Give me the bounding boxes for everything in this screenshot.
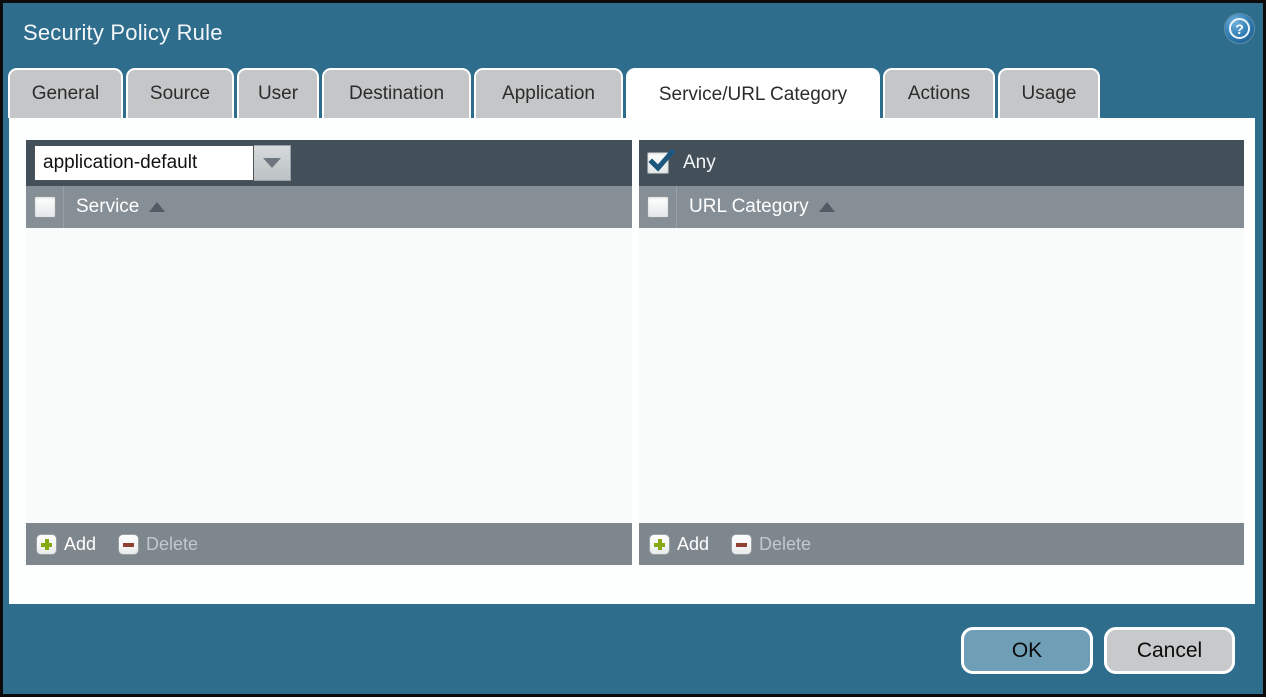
service-delete-button[interactable]: Delete (118, 534, 198, 555)
service-table-body (26, 228, 632, 523)
tab-source[interactable]: Source (126, 68, 234, 118)
url-category-add-button[interactable]: Add (649, 534, 709, 555)
tab-usage[interactable]: Usage (998, 68, 1100, 118)
url-category-table-header: URL Category (639, 186, 1244, 228)
service-panel: Service Add Delete (26, 140, 632, 565)
service-table-footer: Add Delete (26, 523, 632, 565)
chevron-down-icon (263, 158, 281, 168)
dialog-title: Security Policy Rule (23, 20, 223, 46)
url-category-table-footer: Add Delete (639, 523, 1244, 565)
help-icon-ring: ? (1229, 18, 1250, 39)
delete-label: Delete (146, 534, 198, 555)
tab-actions[interactable]: Actions (883, 68, 995, 118)
delete-label: Delete (759, 534, 811, 555)
url-category-any-bar: Any (639, 140, 1244, 186)
url-category-column-label[interactable]: URL Category (689, 196, 809, 218)
help-question-glyph: ? (1235, 22, 1244, 36)
add-label: Add (64, 534, 96, 555)
url-category-select-all-checkbox[interactable] (647, 196, 669, 218)
service-type-input[interactable] (34, 145, 254, 181)
tab-bar: General Source User Destination Applicat… (8, 68, 1103, 118)
sort-ascending-icon[interactable] (819, 202, 835, 212)
url-category-delete-button[interactable]: Delete (731, 534, 811, 555)
service-add-button[interactable]: Add (36, 534, 96, 555)
service-select-all-cell (26, 186, 64, 228)
url-category-table-body (639, 228, 1244, 523)
add-plus-icon (36, 534, 57, 555)
tab-destination[interactable]: Destination (322, 68, 471, 118)
service-type-combobox (34, 145, 291, 181)
url-category-select-all-cell (639, 186, 677, 228)
delete-minus-icon (118, 534, 139, 555)
any-checkbox[interactable] (647, 152, 669, 174)
ok-button[interactable]: OK (961, 627, 1093, 674)
help-icon[interactable]: ? (1225, 14, 1254, 43)
service-table-header: Service (26, 186, 632, 228)
service-type-bar (26, 140, 632, 186)
service-column-label[interactable]: Service (76, 196, 139, 218)
url-category-panel: Any URL Category Add Delete (639, 140, 1244, 565)
service-type-dropdown-button[interactable] (254, 145, 291, 181)
security-policy-rule-dialog: Security Policy Rule ? General Source Us… (0, 0, 1266, 697)
tab-content-area: Service Add Delete (9, 118, 1255, 604)
tab-service-url-category[interactable]: Service/URL Category (626, 68, 880, 120)
service-select-all-checkbox[interactable] (34, 196, 56, 218)
tab-application[interactable]: Application (474, 68, 623, 118)
tab-user[interactable]: User (237, 68, 319, 118)
cancel-button[interactable]: Cancel (1104, 627, 1235, 674)
any-label: Any (683, 152, 716, 174)
sort-ascending-icon[interactable] (149, 202, 165, 212)
add-plus-icon (649, 534, 670, 555)
checkmark-icon (647, 145, 677, 175)
add-label: Add (677, 534, 709, 555)
tab-general[interactable]: General (8, 68, 123, 118)
delete-minus-icon (731, 534, 752, 555)
